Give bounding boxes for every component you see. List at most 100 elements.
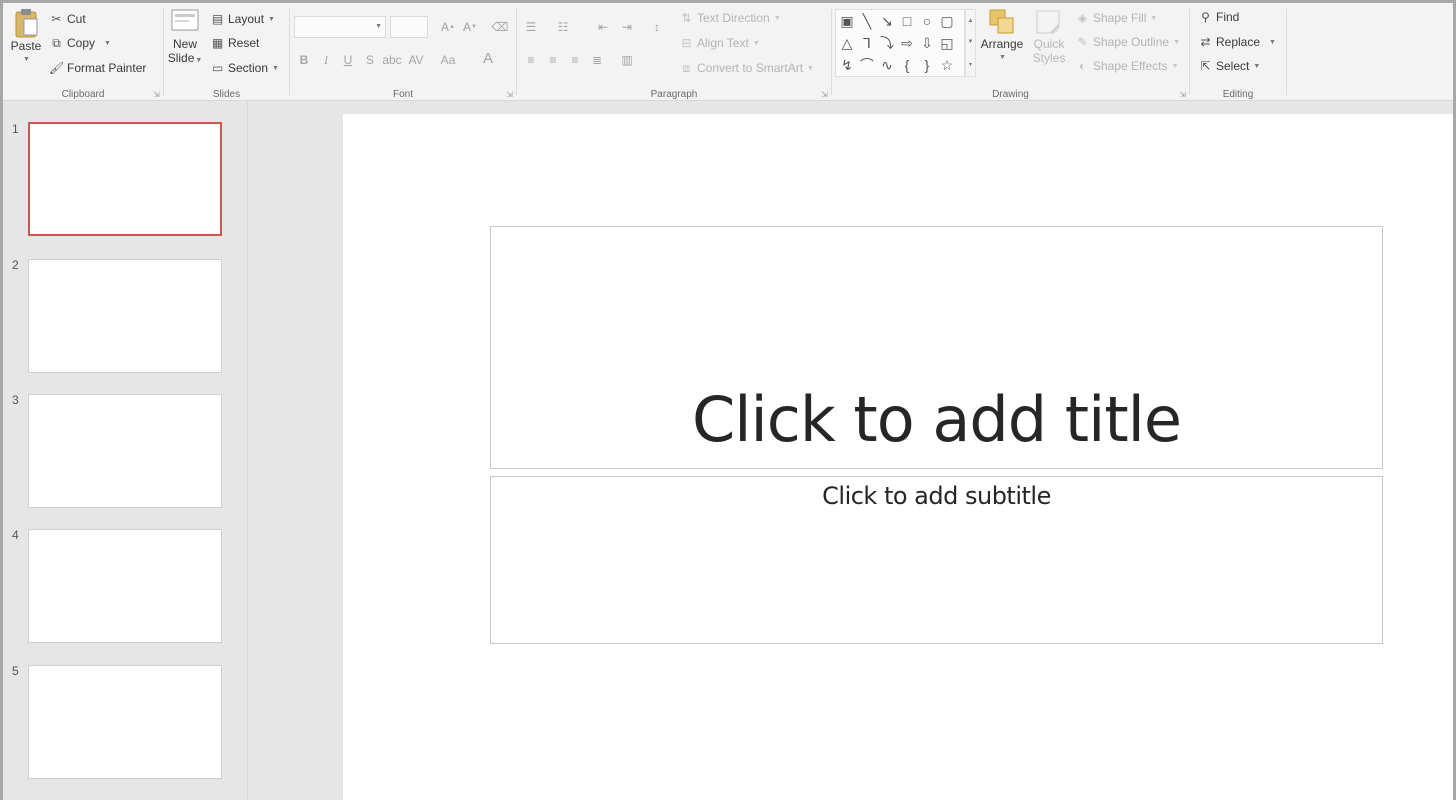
font-name-combo[interactable]: ▼ — [294, 16, 386, 38]
gallery-more-icon[interactable]: ▾ — [969, 61, 972, 68]
dialog-launcher-icon[interactable]: ⇲ — [821, 90, 828, 99]
select-label: Select — [1216, 59, 1250, 73]
rectangle-shape-icon[interactable]: □ — [898, 12, 916, 30]
title-placeholder[interactable]: Click to add title — [490, 226, 1383, 469]
new-slide-button[interactable]: New Slide▼ — [166, 7, 204, 68]
slide-thumbnail-4[interactable] — [28, 529, 222, 643]
character-spacing-icon[interactable]: AV — [406, 50, 426, 70]
right-brace-shape-icon[interactable]: } — [918, 56, 936, 74]
arrange-icon — [989, 9, 1014, 34]
slide-canvas[interactable]: Click to add title Click to add subtitle — [343, 114, 1453, 800]
align-left-icon[interactable]: ≡ — [521, 50, 541, 70]
search-icon: ⚲ — [1201, 10, 1210, 24]
arrange-button[interactable]: Arrange ▼ — [979, 7, 1025, 65]
font-color-button[interactable]: A — [478, 48, 498, 68]
right-arrow-shape-icon[interactable]: ⇨ — [898, 34, 916, 52]
slides-group-label: Slides — [212, 89, 241, 100]
align-center-icon[interactable]: ≡ — [543, 50, 563, 70]
bent-arrow-shape-icon[interactable]: ↯ — [838, 56, 856, 74]
paintbrush-icon: 🖌 — [48, 61, 65, 75]
chevron-down-icon: ▼ — [375, 23, 382, 30]
dialog-launcher-icon[interactable]: ⇲ — [153, 90, 160, 99]
strikethrough-button[interactable]: S — [360, 50, 380, 70]
increase-indent-icon[interactable]: ⇥ — [617, 17, 637, 37]
subtitle-placeholder-text: Click to add subtitle — [822, 482, 1051, 510]
shapes-gallery[interactable]: ▣ ╲ ↘ □ ○ ▢ △ ⅂ ⤵ ⇨ ⇩ ◱ ↯ ⌒ ∿ { } ☆ — [835, 9, 965, 77]
copy-button[interactable]: ⧉ Copy ▼ — [49, 33, 111, 53]
grow-font-icon[interactable]: A ▲ — [438, 17, 458, 37]
format-painter-button[interactable]: 🖌 Format Painter — [49, 58, 146, 78]
scroll-up-icon[interactable]: ▲ — [968, 18, 974, 24]
smartart-icon: ⧈ — [682, 60, 691, 75]
quick-styles-button[interactable]: Quick Styles — [1027, 7, 1071, 65]
reset-icon: ▦ — [211, 36, 224, 50]
italic-button[interactable]: I — [316, 50, 336, 70]
elbow-arrow-shape-icon[interactable]: ⤵ — [878, 34, 896, 52]
convert-smartart-label: Convert to SmartArt — [697, 61, 804, 75]
shape-effects-button[interactable]: ◐ Shape Effects ▼ — [1075, 56, 1179, 76]
shape-outline-button[interactable]: ✎ Shape Outline ▼ — [1075, 32, 1180, 52]
text-direction-label: Text Direction — [697, 11, 770, 25]
slide-editing-area: Click to add title Click to add subtitle — [249, 102, 1453, 800]
freeform-shape-icon[interactable]: ∿ — [878, 56, 896, 74]
curve-shape-icon[interactable]: ⌒ — [858, 56, 876, 74]
convert-smartart-button[interactable]: ⧈ Convert to SmartArt ▼ — [679, 58, 814, 78]
layout-button[interactable]: ▤ Layout ▼ — [210, 9, 275, 29]
align-text-button[interactable]: ⊟ Align Text ▼ — [679, 33, 759, 53]
underline-button[interactable]: U — [338, 50, 358, 70]
left-brace-shape-icon[interactable]: { — [898, 56, 916, 74]
columns-icon[interactable]: ▥ — [617, 50, 637, 70]
slide-number: 4 — [12, 528, 19, 542]
align-right-icon[interactable]: ≡ — [565, 50, 585, 70]
justify-icon[interactable]: ≣ — [587, 50, 607, 70]
cut-button[interactable]: ✂ Cut — [49, 9, 85, 29]
star-shape-icon[interactable]: ☆ — [938, 56, 956, 74]
find-button[interactable]: ⚲ Find — [1198, 7, 1239, 27]
shape-fill-button[interactable]: ◈ Shape Fill ▼ — [1075, 8, 1157, 28]
change-case-button[interactable]: Aa — [436, 50, 460, 70]
font-size-combo[interactable] — [390, 16, 428, 38]
select-button[interactable]: ⇱ Select ▼ — [1198, 56, 1260, 76]
new-slide-icon — [171, 9, 199, 31]
elbow-connector-shape-icon[interactable]: ⅂ — [858, 34, 876, 52]
snip-rectangle-shape-icon[interactable]: ◱ — [938, 34, 956, 52]
decrease-indent-icon[interactable]: ⇤ — [593, 17, 613, 37]
scroll-down-icon[interactable]: ▼ — [968, 39, 974, 45]
triangle-shape-icon[interactable]: △ — [838, 34, 856, 52]
shadow-icon[interactable]: abc — [382, 50, 402, 70]
down-arrow-shape-icon[interactable]: ⇩ — [918, 34, 936, 52]
dialog-launcher-icon[interactable]: ⇲ — [506, 90, 513, 99]
slide-thumbnail-5[interactable] — [28, 665, 222, 779]
textbox-shape-icon[interactable]: ▣ — [838, 12, 856, 30]
section-button[interactable]: ▭ Section ▼ — [210, 58, 279, 78]
slide-thumbnail-1[interactable] — [28, 122, 222, 236]
scissors-icon: ✂ — [51, 12, 62, 26]
editing-group: ⚲ Find ⇄ Replace ▼ ⇱ Select ▼ Editing — [1190, 3, 1286, 101]
paste-button[interactable]: Paste ▼ — [7, 7, 45, 67]
line-shape-icon[interactable]: ╲ — [858, 12, 876, 30]
slide-thumbnail-2[interactable] — [28, 259, 222, 373]
shrink-font-icon[interactable]: A ▼ — [460, 17, 480, 37]
numbering-icon[interactable]: ☷ — [553, 17, 573, 37]
slide-thumbnail-3[interactable] — [28, 394, 222, 508]
bold-button[interactable]: B — [294, 50, 314, 70]
chevron-down-icon: ▼ — [1253, 62, 1261, 70]
text-direction-button[interactable]: ⇅ Text Direction ▼ — [679, 8, 780, 28]
line-spacing-icon[interactable]: ↕ — [647, 17, 667, 37]
quick-styles-label-2: Styles — [1032, 51, 1066, 65]
arrow-line-shape-icon[interactable]: ↘ — [878, 12, 896, 30]
slide-number: 3 — [12, 393, 19, 407]
rounded-rectangle-shape-icon[interactable]: ▢ — [938, 12, 956, 30]
bullets-icon[interactable]: ☰ — [521, 17, 541, 37]
oval-shape-icon[interactable]: ○ — [918, 12, 936, 30]
reset-button[interactable]: ▦ Reset — [210, 33, 260, 53]
slide-number: 2 — [12, 258, 19, 272]
subtitle-placeholder[interactable]: Click to add subtitle — [490, 476, 1383, 644]
gallery-scroll[interactable]: ▲ ▼ ▾ — [965, 9, 976, 77]
replace-button[interactable]: ⇄ Replace ▼ — [1198, 32, 1276, 52]
dialog-launcher-icon[interactable]: ⇲ — [1179, 90, 1186, 99]
copy-label: Copy — [67, 36, 96, 50]
shape-effects-icon: ◐ — [1078, 59, 1087, 73]
clear-formatting-icon[interactable]: ⌫ — [490, 17, 510, 37]
paragraph-group: ☰ ☷ ⇤ ⇥ ↕ ≡ ≡ ≡ ≣ ▥ ⇅ Text Direction ▼ ⊟… — [517, 3, 831, 101]
